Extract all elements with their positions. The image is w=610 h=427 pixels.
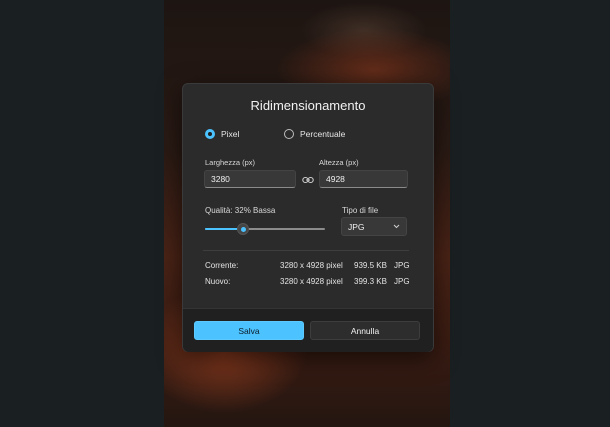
radio-percentuale[interactable]: Percentuale: [284, 129, 345, 139]
radio-pixel[interactable]: Pixel: [205, 129, 239, 139]
current-format: JPG: [394, 261, 410, 270]
file-type-label: Tipo di file: [342, 206, 379, 215]
resize-dialog: Ridimensionamento Pixel Percentuale Larg…: [182, 83, 434, 352]
link-chain-icon[interactable]: [302, 175, 314, 185]
radio-unselected-icon: [284, 129, 294, 139]
quality-slider[interactable]: [205, 223, 325, 235]
slider-thumb[interactable]: [237, 223, 250, 235]
radio-pixel-label: Pixel: [221, 129, 240, 139]
width-label: Larghezza (px): [205, 158, 256, 167]
new-dimensions: 3280 x 4928 pixel: [280, 277, 343, 286]
new-size: 399.3 KB: [354, 277, 387, 286]
dialog-footer: Salva Annulla: [183, 308, 433, 352]
radio-selected-icon: [205, 129, 215, 139]
save-button[interactable]: Salva: [194, 321, 304, 340]
height-input[interactable]: [319, 170, 408, 188]
file-type-value: JPG: [348, 221, 365, 232]
width-input[interactable]: [204, 170, 296, 188]
file-type-select[interactable]: JPG: [341, 217, 407, 236]
current-label: Corrente:: [205, 261, 239, 270]
current-size: 939.5 KB: [354, 261, 387, 270]
dialog-title: Ridimensionamento: [250, 98, 366, 113]
height-label: Altezza (px): [319, 158, 359, 167]
new-format: JPG: [394, 277, 410, 286]
new-label: Nuovo:: [205, 277, 231, 286]
chevron-down-icon: [393, 224, 400, 229]
cancel-button[interactable]: Annulla: [310, 321, 420, 340]
current-dimensions: 3280 x 4928 pixel: [280, 261, 343, 270]
quality-label: Qualità: 32% Bassa: [205, 206, 276, 215]
divider: [203, 250, 409, 251]
radio-percentuale-label: Percentuale: [300, 129, 346, 139]
